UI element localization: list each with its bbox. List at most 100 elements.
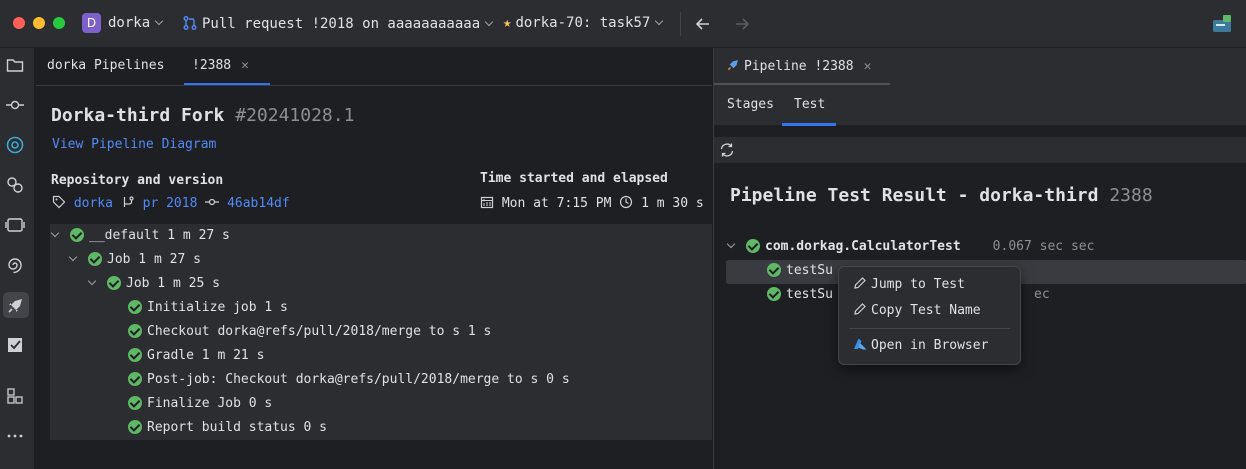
- tree-node-job-inner[interactable]: Job 1 m 25 s: [87, 272, 220, 296]
- minimize-window-button[interactable]: [33, 17, 45, 29]
- pipeline-run-number: #20241028.1: [235, 105, 355, 126]
- commit-tool-button[interactable]: [4, 94, 26, 116]
- success-check-icon: [746, 238, 760, 253]
- pipeline-name: Dorka-third Fork: [51, 105, 225, 126]
- test-result-title-text: Pipeline Test Result - dorka-third: [730, 185, 1099, 206]
- chevron-down-icon: [154, 16, 164, 26]
- tab-dorka-pipelines[interactable]: dorka Pipelines: [47, 58, 164, 73]
- success-check-icon: [128, 347, 142, 362]
- test-suite-row[interactable]: com.dorkag.CalculatorTest 0.067 sec sec: [726, 238, 1094, 254]
- pull-request-icon: [183, 16, 197, 30]
- more-tools-button[interactable]: [4, 425, 26, 447]
- azure-tool-button[interactable]: [4, 134, 26, 156]
- test-case-row[interactable]: testSu: [767, 286, 833, 302]
- tag-icon: [52, 195, 66, 209]
- project-selector[interactable]: dorka: [108, 15, 164, 31]
- test-case-row[interactable]: testSu: [767, 262, 833, 278]
- refresh-icon[interactable]: [719, 142, 735, 158]
- project-avatar[interactable]: D: [82, 13, 101, 33]
- job-tree: __default 1 m 27 s Job 1 m 27 s Job 1 m …: [50, 224, 712, 440]
- open-in-browser-menu-item[interactable]: Open in Browser: [853, 335, 988, 357]
- active-tab-indicator: [184, 83, 270, 85]
- pull-request-label: Pull request !2018 on aaaaaaaaaaa: [202, 16, 481, 32]
- vcs-widget-icon[interactable]: [1211, 13, 1233, 35]
- tree-node-step[interactable]: Gradle 1 m 21 s: [128, 344, 264, 368]
- repository-link[interactable]: dorka: [74, 196, 113, 211]
- menu-item-label: Copy Test Name: [871, 303, 981, 318]
- tree-node-step[interactable]: Report build status 0 s: [128, 416, 327, 440]
- success-check-icon: [767, 286, 781, 301]
- structure-tool-button[interactable]: [4, 385, 26, 407]
- success-check-icon: [128, 323, 142, 338]
- success-check-icon: [128, 371, 142, 386]
- tree-node-job[interactable]: Job 1 m 27 s: [68, 248, 201, 272]
- success-check-icon: [767, 262, 781, 277]
- chevron-down-icon[interactable]: [726, 239, 736, 249]
- spiral-tool-button[interactable]: [4, 254, 26, 276]
- zoom-window-button[interactable]: [53, 17, 65, 29]
- tree-node-step[interactable]: Post-job: Checkout dorka@refs/pull/2018/…: [128, 368, 570, 392]
- test-context-menu: Jump to Test Copy Test Name Open in Brow…: [838, 266, 1021, 365]
- time-label: Time started and elapsed: [480, 171, 668, 186]
- back-arrow-icon[interactable]: [694, 15, 712, 33]
- tree-node-step[interactable]: Initialize job 1 s: [128, 296, 288, 320]
- success-check-icon: [128, 395, 142, 410]
- pull-request-selector[interactable]: Pull request !2018 on aaaaaaaaaaa: [182, 15, 494, 32]
- tree-node-step[interactable]: Checkout dorka@refs/pull/2018/merge to s…: [128, 320, 491, 344]
- menu-separator: [849, 328, 1010, 329]
- pipelines-tab-bar: dorka Pipelines !2388 ✕: [36, 48, 712, 86]
- test-suite-name: com.dorkag.CalculatorTest: [765, 239, 961, 254]
- active-tab-indicator: [714, 83, 890, 85]
- rocket-icon: [8, 299, 22, 313]
- repository-info: dorka pr 2018 46ab14df: [52, 195, 290, 211]
- commit-icon: [6, 100, 24, 110]
- close-window-button[interactable]: [13, 17, 25, 29]
- pipeline-title: Dorka-third Fork #20241028.1: [51, 105, 354, 126]
- tool-window-strip: [0, 48, 35, 469]
- chevron-down-icon[interactable]: [87, 276, 97, 286]
- tasks-tool-button[interactable]: [4, 334, 26, 356]
- calendar-icon: [480, 196, 494, 209]
- tab-stages[interactable]: Stages: [727, 97, 774, 112]
- pencil-icon: [854, 303, 866, 315]
- commit-link[interactable]: 46ab14df: [227, 196, 290, 211]
- terminal-tool-button[interactable]: [4, 214, 26, 236]
- success-check-icon: [88, 251, 102, 266]
- tree-node-label: Job 1 m 27 s: [107, 252, 201, 267]
- chevron-down-icon[interactable]: [50, 228, 60, 238]
- test-toolbar: [714, 137, 1246, 163]
- pencil-icon: [854, 277, 866, 289]
- close-icon[interactable]: ✕: [241, 58, 249, 73]
- repository-label: Repository and version: [51, 173, 224, 188]
- tree-node-label: Initialize job 1 s: [147, 300, 288, 315]
- more-horizontal-icon: [7, 434, 23, 438]
- success-check-icon: [128, 419, 142, 434]
- view-pipeline-diagram-link[interactable]: View Pipeline Diagram: [52, 137, 216, 152]
- tab-pipeline-run-detail[interactable]: Pipeline !2388 ✕: [726, 57, 871, 74]
- tree-node-default[interactable]: __default 1 m 27 s: [50, 224, 230, 248]
- tree-node-step[interactable]: Finalize Job 0 s: [128, 392, 272, 416]
- close-icon[interactable]: ✕: [864, 59, 872, 74]
- success-check-icon: [70, 227, 84, 242]
- chevron-down-icon[interactable]: [68, 252, 78, 262]
- tab-test[interactable]: Test: [794, 97, 825, 112]
- tab-pipeline-run-label: !2388: [192, 58, 232, 73]
- services-icon: [7, 177, 23, 193]
- title-bar: D dorka Pull request !2018 on aaaaaaaaaa…: [0, 0, 1246, 48]
- project-tool-button[interactable]: [4, 54, 26, 76]
- branch-selector[interactable]: ★ dorka-70: task57: [503, 15, 664, 31]
- forward-arrow-icon[interactable]: [733, 15, 751, 33]
- tab-pipeline-run[interactable]: !2388 ✕: [192, 58, 249, 73]
- structure-icon: [7, 388, 23, 404]
- test-result-run: 2388: [1109, 185, 1153, 206]
- success-check-icon: [107, 275, 121, 290]
- copy-test-name-menu-item[interactable]: Copy Test Name: [853, 300, 981, 322]
- rocket-icon: [727, 60, 738, 71]
- tree-node-label: Report build status 0 s: [147, 420, 328, 435]
- clock-icon: [620, 195, 633, 209]
- services-tool-button[interactable]: [4, 174, 26, 196]
- pipelines-tool-button[interactable]: [3, 292, 29, 318]
- branch-link[interactable]: pr 2018: [143, 196, 198, 211]
- jump-to-test-menu-item[interactable]: Jump to Test: [853, 274, 965, 296]
- pipeline-run-panel: Pipeline !2388 ✕ Stages Test Pipeline Tes…: [713, 48, 1246, 469]
